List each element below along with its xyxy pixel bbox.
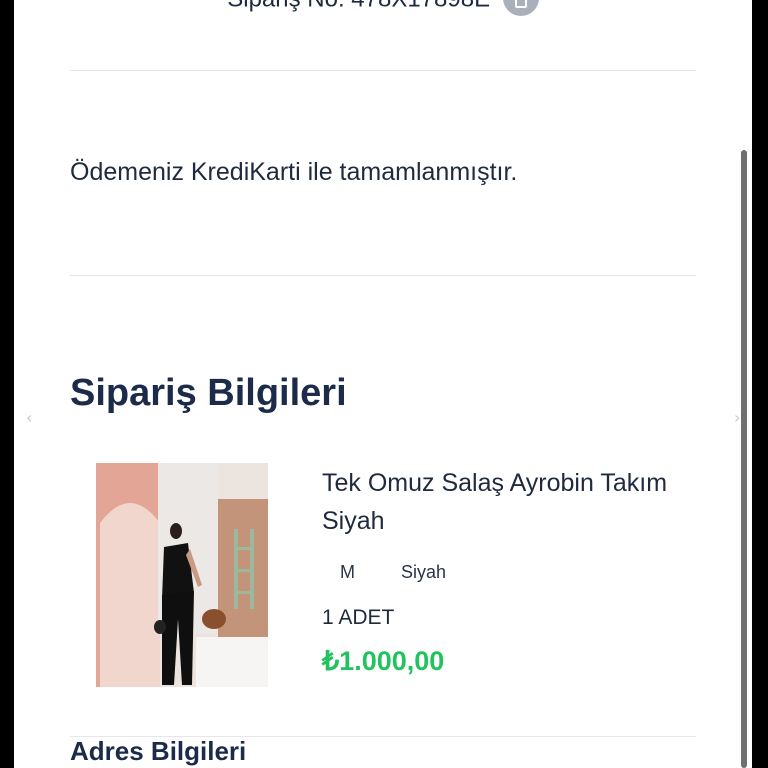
order-info-title: Sipariş Bilgileri [70, 372, 347, 414]
divider [70, 275, 696, 276]
product-size: M [340, 562, 355, 582]
product-image[interactable] [96, 463, 268, 687]
divider [70, 70, 696, 71]
product-name[interactable]: Tek Omuz Salaş Ayrobin Takım Siyah [322, 464, 702, 540]
copy-order-number-button[interactable] [502, 0, 539, 16]
product-color: Siyah [401, 562, 447, 582]
chevron-right-icon[interactable]: › [734, 408, 740, 427]
order-number-row: Sipariş No: 478X17898E [14, 0, 752, 18]
address-info-title: Adres Bilgileri [70, 736, 247, 766]
payment-message: Ödemeniz KrediKarti ile tamamlanmıştır. [70, 158, 518, 186]
chevron-left-icon[interactable]: ‹ [26, 408, 32, 427]
product-quantity: 1 ADET [322, 606, 395, 629]
product-price: ₺1.000,00 [322, 646, 445, 676]
copy-icon [514, 0, 527, 8]
order-number: Sipariş No: 478X17898E [227, 0, 490, 12]
order-confirmation-page: Sipariş No: 478X17898E Ödemeniz KrediKar… [14, 0, 752, 768]
product-photo [96, 463, 268, 687]
scrollbar[interactable] [741, 150, 747, 768]
